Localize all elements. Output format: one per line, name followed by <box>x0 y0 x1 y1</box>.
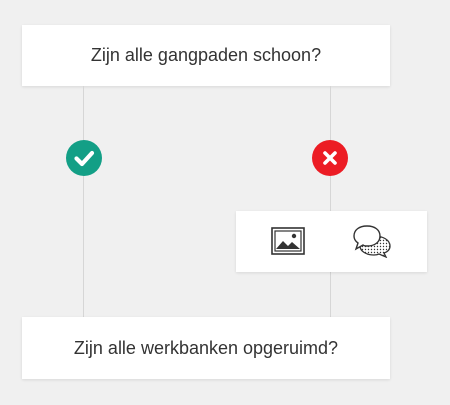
question-card-1: Zijn alle gangpaden schoon? <box>22 25 390 86</box>
add-image-button[interactable] <box>268 224 308 258</box>
follow-up-actions-panel <box>236 211 427 272</box>
no-branch-connector-lower <box>330 272 331 317</box>
question-card-2: Zijn alle werkbanken opgeruimd? <box>22 317 390 379</box>
yes-answer-button[interactable] <box>66 140 102 176</box>
x-icon <box>312 140 348 176</box>
question-text-1: Zijn alle gangpaden schoon? <box>90 45 322 65</box>
image-icon <box>271 227 305 255</box>
no-answer-button[interactable] <box>312 140 348 176</box>
yes-branch-connector <box>83 86 84 317</box>
comments-icon <box>353 225 391 258</box>
question-text-2: Zijn alle werkbanken opgeruimd? <box>73 337 339 358</box>
add-comment-button[interactable] <box>352 224 392 258</box>
checkmark-icon <box>66 140 102 176</box>
